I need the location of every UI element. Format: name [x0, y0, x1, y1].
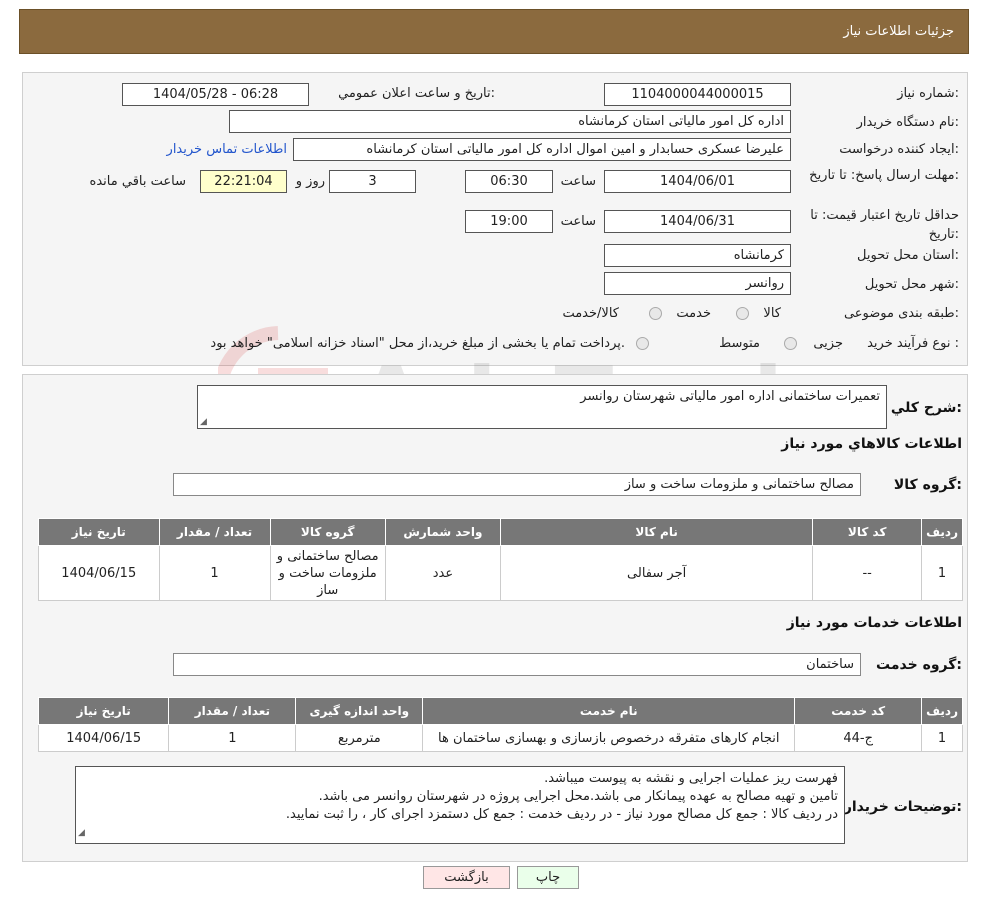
remaining-days: 3	[329, 170, 416, 193]
back-button[interactable]: بازگشت	[423, 866, 510, 889]
services-table: ردیف کد خدمت نام خدمت واحد اندازه گیری ت…	[37, 697, 963, 752]
price-validity-date: 1404/06/31	[604, 210, 791, 233]
buyer-note-line: تامین و تهیه مصالح به عهده پیمانکار می ب…	[318, 789, 838, 804]
cell-service-code: ج-44	[794, 724, 923, 752]
announce-datetime-label: تاریخ و ساعت اعلان عمومي:	[338, 86, 495, 101]
col-goods-code: کد کالا	[812, 518, 923, 546]
purchase-process-label: نوع فرآیند خرید :	[867, 336, 959, 351]
cell-goods-name: آجر سفالی	[499, 545, 814, 601]
treasury-payment-checkbox[interactable]	[636, 337, 649, 350]
treasury-payment-note: پرداخت تمام یا بخشی از مبلغ خرید،از محل …	[210, 336, 625, 351]
summary-text: تعمیرات ساختمانی اداره امور مالیاتی شهرس…	[580, 389, 880, 404]
col-quantity: تعداد / مقدار	[158, 518, 271, 546]
buyer-org-label: نام دستگاه خریدار:	[856, 115, 959, 130]
col-need-date: تاریخ نیاز	[38, 518, 160, 546]
need-info-panel: AriaTender.neT شماره نیاز: 1104000044000…	[22, 72, 968, 460]
cell-need-date: 1404/06/15	[38, 545, 160, 601]
price-validity-label: حداقل تاریخ اعتبار قیمت: تا تاریخ:	[810, 208, 959, 242]
category-option-service[interactable]: خدمت	[676, 306, 711, 321]
col-goods-name: نام کالا	[499, 518, 814, 546]
buyer-notes-label: توضیحات خریدار:	[843, 799, 962, 815]
buyer-note-line: در ردیف کالا : جمع کل مصالح مورد نیاز - …	[285, 807, 838, 822]
category-option-goods[interactable]: کالا	[763, 306, 781, 321]
print-button[interactable]: چاپ	[517, 866, 579, 889]
need-number-field: 1104000044000015	[604, 83, 791, 106]
col-service-name: نام خدمت	[422, 697, 796, 725]
col-unit: واحد شمارش	[384, 518, 502, 546]
request-creator-field: علیرضا عسکری حسابدار و امین اموال اداره …	[293, 138, 791, 161]
services-section-title: اطلاعات خدمات مورد نیاز	[786, 615, 962, 631]
goods-section-title: اطلاعات کالاهاي مورد نیاز	[781, 436, 962, 452]
process-option-medium[interactable]: متوسط	[719, 336, 760, 351]
cell-quantity: 1	[158, 545, 271, 601]
page-title: جزئیات اطلاعات نیاز	[843, 24, 954, 39]
process-option-minor[interactable]: جزیی	[813, 336, 843, 351]
delivery-province-label: استان محل تحویل:	[857, 248, 959, 263]
services-table-header: ردیف کد خدمت نام خدمت واحد اندازه گیری ت…	[37, 697, 963, 725]
need-items-panel: شرح کلي نیاز: تعمیرات ساختمانی اداره امو…	[22, 374, 968, 862]
cell-measure-unit: مترمربع	[295, 724, 424, 752]
col-row: ردیف	[921, 697, 963, 725]
price-validity-time-label: ساعت	[560, 214, 596, 229]
goods-group-field: مصالح ساختمانی و ملزومات ساخت و ساز	[173, 473, 861, 496]
response-deadline-time: 06:30	[465, 170, 553, 193]
buyer-notes-textarea[interactable]: فهرست ریز عملیات اجرایی و نقشه به پیوست …	[75, 766, 845, 844]
cell-row: 1	[921, 724, 963, 752]
response-deadline-time-label: ساعت	[560, 174, 596, 189]
col-goods-group: گروه کالا	[269, 518, 386, 546]
category-service-radio[interactable]	[649, 307, 662, 320]
cell-service-name: انجام کارهای متفرقه درخصوص بازسازی و بهس…	[422, 724, 796, 752]
table-row: 1 -- آجر سفالی عدد مصالح ساختمانی و ملزو…	[38, 545, 963, 601]
category-option-both[interactable]: کالا/خدمت	[562, 306, 619, 321]
resize-grip-icon[interactable]: ◢	[200, 417, 207, 427]
need-number-label: شماره نیاز:	[897, 86, 959, 101]
buyer-contact-link[interactable]: اطلاعات تماس خریدار	[167, 142, 287, 157]
summary-textarea[interactable]: تعمیرات ساختمانی اداره امور مالیاتی شهرس…	[197, 385, 887, 429]
col-need-date: تاریخ نیاز	[37, 697, 170, 725]
price-validity-time: 19:00	[465, 210, 553, 233]
buyer-org-field: اداره کل امور مالياتی استان کرمانشاه	[229, 110, 791, 133]
process-minor-radio[interactable]	[784, 337, 797, 350]
page-header: جزئیات اطلاعات نیاز	[19, 9, 969, 54]
delivery-province-field: کرمانشاه	[604, 244, 791, 267]
goods-group-label: گروه کالا:	[893, 477, 962, 493]
cell-quantity: 1	[168, 724, 297, 752]
table-row: 1 ج-44 انجام کارهای متفرقه درخصوص بازساز…	[37, 724, 963, 752]
response-deadline-label: مهلت ارسال پاسخ: تا تاریخ:	[809, 168, 959, 183]
cell-need-date: 1404/06/15	[37, 724, 170, 752]
remaining-days-label: روز و	[295, 174, 325, 189]
service-group-field: ساختمان	[173, 653, 861, 676]
request-creator-label: ایجاد کننده درخواست:	[839, 142, 959, 157]
cell-goods-group: مصالح ساختمانی و ملزومات ساخت و ساز	[269, 545, 386, 601]
col-service-code: کد خدمت	[794, 697, 923, 725]
remaining-time: 22:21:04	[200, 170, 287, 193]
service-group-label: گروه خدمت:	[876, 657, 962, 673]
cell-unit: عدد	[384, 545, 502, 601]
goods-table-header: ردیف کد کالا نام کالا واحد شمارش گروه کا…	[38, 518, 963, 546]
col-quantity: تعداد / مقدار	[168, 697, 297, 725]
announce-datetime-field: 1404/05/28 - 06:28	[122, 83, 309, 106]
goods-table: ردیف کد کالا نام کالا واحد شمارش گروه کا…	[38, 518, 963, 601]
delivery-city-field: روانسر	[604, 272, 791, 295]
col-measure-unit: واحد اندازه گیری	[295, 697, 424, 725]
response-deadline-date: 1404/06/01	[604, 170, 791, 193]
subject-category-label: طبقه بندی موضوعی:	[843, 306, 959, 321]
resize-grip-icon[interactable]: ◢	[78, 824, 85, 842]
category-goods-radio[interactable]	[736, 307, 749, 320]
cell-goods-code: --	[812, 545, 923, 601]
cell-row: 1	[921, 545, 963, 601]
col-row: ردیف	[921, 518, 963, 546]
remaining-time-label: ساعت باقي مانده	[89, 174, 186, 189]
delivery-city-label: شهر محل تحویل:	[864, 277, 959, 292]
buyer-note-line: فهرست ریز عملیات اجرایی و نقشه به پیوست …	[544, 771, 838, 786]
